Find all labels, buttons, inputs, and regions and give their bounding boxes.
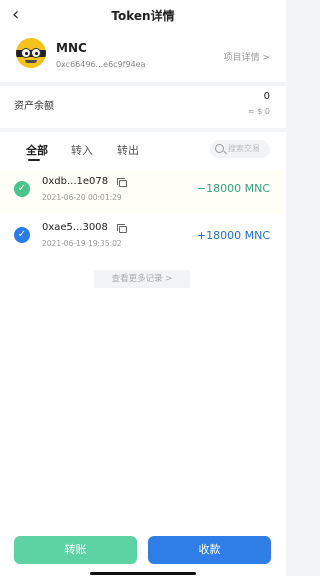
search-icon — [215, 144, 224, 153]
tx-hash: 0xae5...3008 — [42, 222, 108, 233]
tx-time: 2021-06-20 00:01:29 — [42, 193, 122, 202]
tab-outgoing[interactable]: 转出 — [117, 142, 139, 158]
tx-amount: −18000 MNC — [196, 182, 270, 195]
page-title: Token详情 — [111, 9, 175, 23]
transfer-in-icon: ✓ — [14, 181, 30, 197]
project-details-link[interactable]: 项目详情 > — [224, 50, 270, 63]
token-symbol: MNC — [56, 41, 87, 55]
token-logo-icon — [16, 38, 46, 68]
home-indicator — [90, 572, 196, 575]
transfer-out-icon: ✓ — [14, 227, 30, 243]
search-placeholder: 搜索交易 — [228, 144, 260, 153]
balance-fiat: ≈ $ 0 — [248, 107, 270, 116]
copy-icon[interactable] — [117, 224, 127, 233]
token-address: 0xc66496...e6c9f94ea — [56, 60, 146, 69]
balance-label: 资产余额 — [14, 101, 54, 112]
transfer-button[interactable]: 转账 — [14, 536, 137, 564]
view-more-button[interactable]: 查看更多记录 > — [94, 270, 190, 288]
copy-icon[interactable] — [117, 178, 127, 187]
tx-time: 2021-06-19 19:35:02 — [42, 239, 122, 248]
tx-amount: +18000 MNC — [196, 229, 270, 242]
tx-hash: 0xdb...1e078 — [42, 176, 109, 187]
active-tab-indicator — [28, 159, 40, 161]
receive-button[interactable]: 收款 — [148, 536, 271, 564]
search-input[interactable]: 搜索交易 — [210, 140, 270, 158]
tab-incoming[interactable]: 转入 — [71, 142, 93, 158]
tab-all[interactable]: 全部 — [26, 142, 48, 158]
balance-value: 0 — [263, 91, 270, 102]
